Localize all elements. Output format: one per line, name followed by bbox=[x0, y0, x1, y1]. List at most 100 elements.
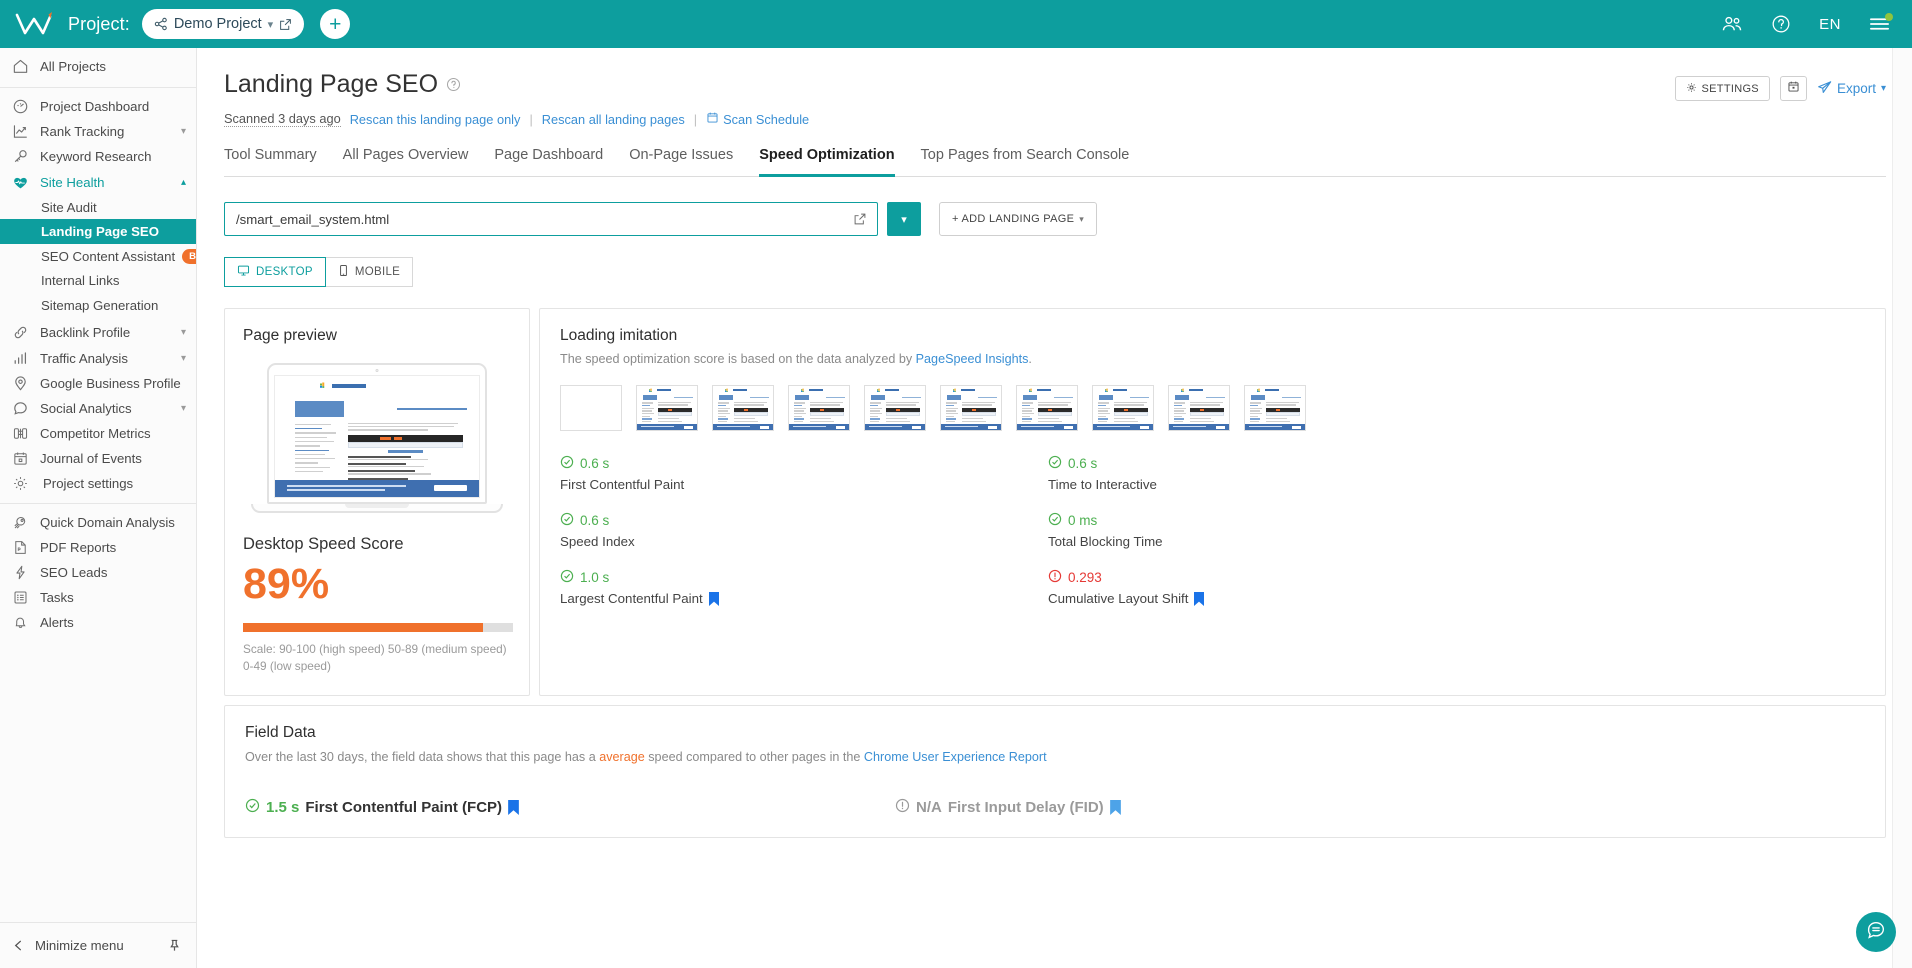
dashboard-icon bbox=[11, 98, 29, 116]
chevron-up-icon[interactable]: ▴ bbox=[181, 177, 186, 188]
add-project-button[interactable]: + bbox=[320, 9, 351, 39]
metric-label: Time to Interactive bbox=[1048, 477, 1536, 492]
paper-plane-icon bbox=[1817, 80, 1832, 98]
sidebar-item-site-audit[interactable]: Site Audit bbox=[0, 195, 196, 220]
subtitle-post: . bbox=[1028, 352, 1032, 366]
chat-support-button[interactable] bbox=[1856, 912, 1896, 952]
url-selector-row: /smart_email_system.html ▾ + ADD LANDING… bbox=[224, 202, 1886, 236]
sidebar-item-landing-page-seo[interactable]: Landing Page SEO bbox=[0, 219, 196, 244]
metric-speed-index: 0.6 s Speed Index bbox=[560, 512, 1048, 549]
settings-label: SETTINGS bbox=[1701, 82, 1759, 95]
calendar-button[interactable] bbox=[1779, 76, 1807, 101]
sidebar-item-sitemap-generation[interactable]: Sitemap Generation bbox=[0, 293, 196, 318]
rescan-this-page-link[interactable]: Rescan this landing page only bbox=[350, 112, 521, 127]
burger-menu-icon[interactable] bbox=[1869, 13, 1893, 32]
settings-button[interactable]: SETTINGS bbox=[1674, 76, 1770, 101]
url-dropdown-button[interactable]: ▾ bbox=[887, 202, 921, 236]
separator: | bbox=[529, 111, 533, 127]
sidebar-item-keyword-research[interactable]: Keyword Research bbox=[0, 144, 196, 169]
sidebar-item-google-business-profile[interactable]: Google Business Profile bbox=[0, 371, 196, 396]
sidebar-item-project-dashboard[interactable]: Project Dashboard bbox=[0, 94, 196, 119]
sidebar-item-project-settings[interactable]: Project settings bbox=[0, 471, 196, 496]
sidebar-item-pdf-reports[interactable]: PDF Reports bbox=[0, 535, 196, 560]
sidebar-item-quick-domain-analysis[interactable]: Quick Domain Analysis bbox=[0, 510, 196, 535]
metric-value-row: 0.6 s bbox=[560, 455, 1048, 472]
project-selector[interactable]: Demo Project ▾ bbox=[141, 9, 305, 39]
tab-page-dashboard[interactable]: Page Dashboard bbox=[494, 147, 603, 177]
desktop-icon bbox=[237, 264, 250, 280]
sidebar-item-backlink-profile[interactable]: Backlink Profile ▾ bbox=[0, 320, 196, 345]
bookmark-icon[interactable] bbox=[1194, 591, 1205, 606]
help-icon[interactable] bbox=[1771, 14, 1791, 34]
speed-score-bar bbox=[243, 623, 513, 633]
landing-page-url-input[interactable]: /smart_email_system.html bbox=[224, 202, 878, 236]
metric-label: Total Blocking Time bbox=[1048, 534, 1536, 549]
tab-all-pages-overview[interactable]: All Pages Overview bbox=[343, 147, 469, 177]
device-mobile-button[interactable]: MOBILE bbox=[324, 257, 414, 287]
loading-imitation-title: Loading imitation bbox=[560, 327, 678, 344]
metric-label: Speed Index bbox=[560, 534, 1048, 549]
sidebar-item-tasks[interactable]: Tasks bbox=[0, 585, 196, 610]
tab-speed-optimization[interactable]: Speed Optimization bbox=[759, 147, 895, 177]
loading-filmstrip bbox=[560, 385, 1865, 431]
sidebar-item-seo-content-assistant[interactable]: SEO Content Assistant Beta bbox=[0, 244, 196, 269]
sidebar-item-all-projects[interactable]: All Projects bbox=[0, 51, 196, 81]
sidebar-label: Traffic Analysis bbox=[40, 350, 128, 366]
sidebar-item-internal-links[interactable]: Internal Links bbox=[0, 268, 196, 293]
chevron-down-icon[interactable]: ▾ bbox=[181, 403, 186, 414]
bar-chart-icon bbox=[11, 349, 29, 367]
pin-icon[interactable] bbox=[167, 938, 182, 953]
external-link-icon[interactable] bbox=[279, 18, 292, 31]
export-button[interactable]: Export ▾ bbox=[1817, 80, 1886, 98]
help-tooltip-icon[interactable] bbox=[446, 77, 461, 92]
sidebar-item-traffic-analysis[interactable]: Traffic Analysis ▾ bbox=[0, 345, 196, 370]
mini-site-nav-band bbox=[275, 401, 479, 418]
filmstrip-frame bbox=[864, 385, 926, 431]
sidebar: All Projects Project Dashboard Rank Trac… bbox=[0, 48, 197, 968]
external-link-icon[interactable] bbox=[853, 212, 867, 226]
scanned-timestamp: Scanned 3 days ago bbox=[224, 111, 341, 127]
team-icon[interactable] bbox=[1721, 15, 1743, 33]
subtitle-pre: The speed optimization score is based on… bbox=[560, 352, 916, 366]
rescan-all-pages-link[interactable]: Rescan all landing pages bbox=[542, 112, 685, 127]
sidebar-item-site-health[interactable]: Site Health ▴ bbox=[0, 170, 196, 195]
sidebar-item-competitor-metrics[interactable]: Competitor Metrics bbox=[0, 421, 196, 446]
page-title-text: Landing Page SEO bbox=[224, 70, 439, 98]
w-logo[interactable] bbox=[12, 9, 58, 39]
bookmark-icon[interactable] bbox=[1109, 800, 1121, 816]
right-rail bbox=[1892, 48, 1912, 968]
add-landing-page-button[interactable]: + ADD LANDING PAGE ▾ bbox=[939, 202, 1098, 236]
loading-imitation-subtitle: The speed optimization score is based on… bbox=[560, 352, 1865, 366]
sidebar-item-social-analytics[interactable]: Social Analytics ▾ bbox=[0, 396, 196, 421]
bookmark-icon[interactable] bbox=[708, 591, 719, 606]
metric-label-text: Speed Index bbox=[560, 534, 635, 549]
scan-schedule-link[interactable]: Scan Schedule bbox=[706, 111, 809, 127]
device-desktop-button[interactable]: DESKTOP bbox=[224, 257, 326, 287]
sidebar-item-rank-tracking[interactable]: Rank Tracking ▾ bbox=[0, 119, 196, 144]
chevron-down-icon[interactable]: ▾ bbox=[181, 126, 186, 137]
metric-value-row: 0.6 s bbox=[560, 512, 1048, 529]
filmstrip-frame bbox=[560, 385, 622, 431]
bookmark-icon[interactable] bbox=[508, 800, 519, 816]
chrome-ux-report-link[interactable]: Chrome User Experience Report bbox=[864, 750, 1047, 764]
tab-tool-summary[interactable]: Tool Summary bbox=[224, 147, 317, 177]
tab-top-pages-from-search-console[interactable]: Top Pages from Search Console bbox=[921, 147, 1130, 177]
sidebar-item-alerts[interactable]: Alerts bbox=[0, 610, 196, 635]
chevron-down-icon: ▾ bbox=[1079, 213, 1085, 224]
language-selector[interactable]: EN bbox=[1819, 16, 1841, 33]
alert-circle-icon bbox=[895, 798, 910, 817]
field-metric-value: N/A bbox=[916, 799, 942, 817]
metric-value: 0.293 bbox=[1068, 570, 1102, 585]
chevron-down-icon: ▾ bbox=[267, 18, 274, 31]
filmstrip-frame bbox=[1092, 385, 1154, 431]
device-mobile-label: MOBILE bbox=[354, 266, 401, 278]
pagespeed-insights-link[interactable]: PageSpeed Insights bbox=[916, 352, 1029, 366]
minimize-menu-button[interactable]: Minimize menu bbox=[0, 922, 196, 968]
sidebar-item-journal-of-events[interactable]: Journal of Events bbox=[0, 446, 196, 471]
metric-label-text: Total Blocking Time bbox=[1048, 534, 1163, 549]
chevron-down-icon: ▾ bbox=[901, 213, 907, 226]
tab-on-page-issues[interactable]: On-Page Issues bbox=[629, 147, 733, 177]
sidebar-item-seo-leads[interactable]: SEO Leads bbox=[0, 560, 196, 585]
chevron-down-icon[interactable]: ▾ bbox=[181, 327, 186, 338]
chevron-down-icon[interactable]: ▾ bbox=[181, 353, 186, 364]
